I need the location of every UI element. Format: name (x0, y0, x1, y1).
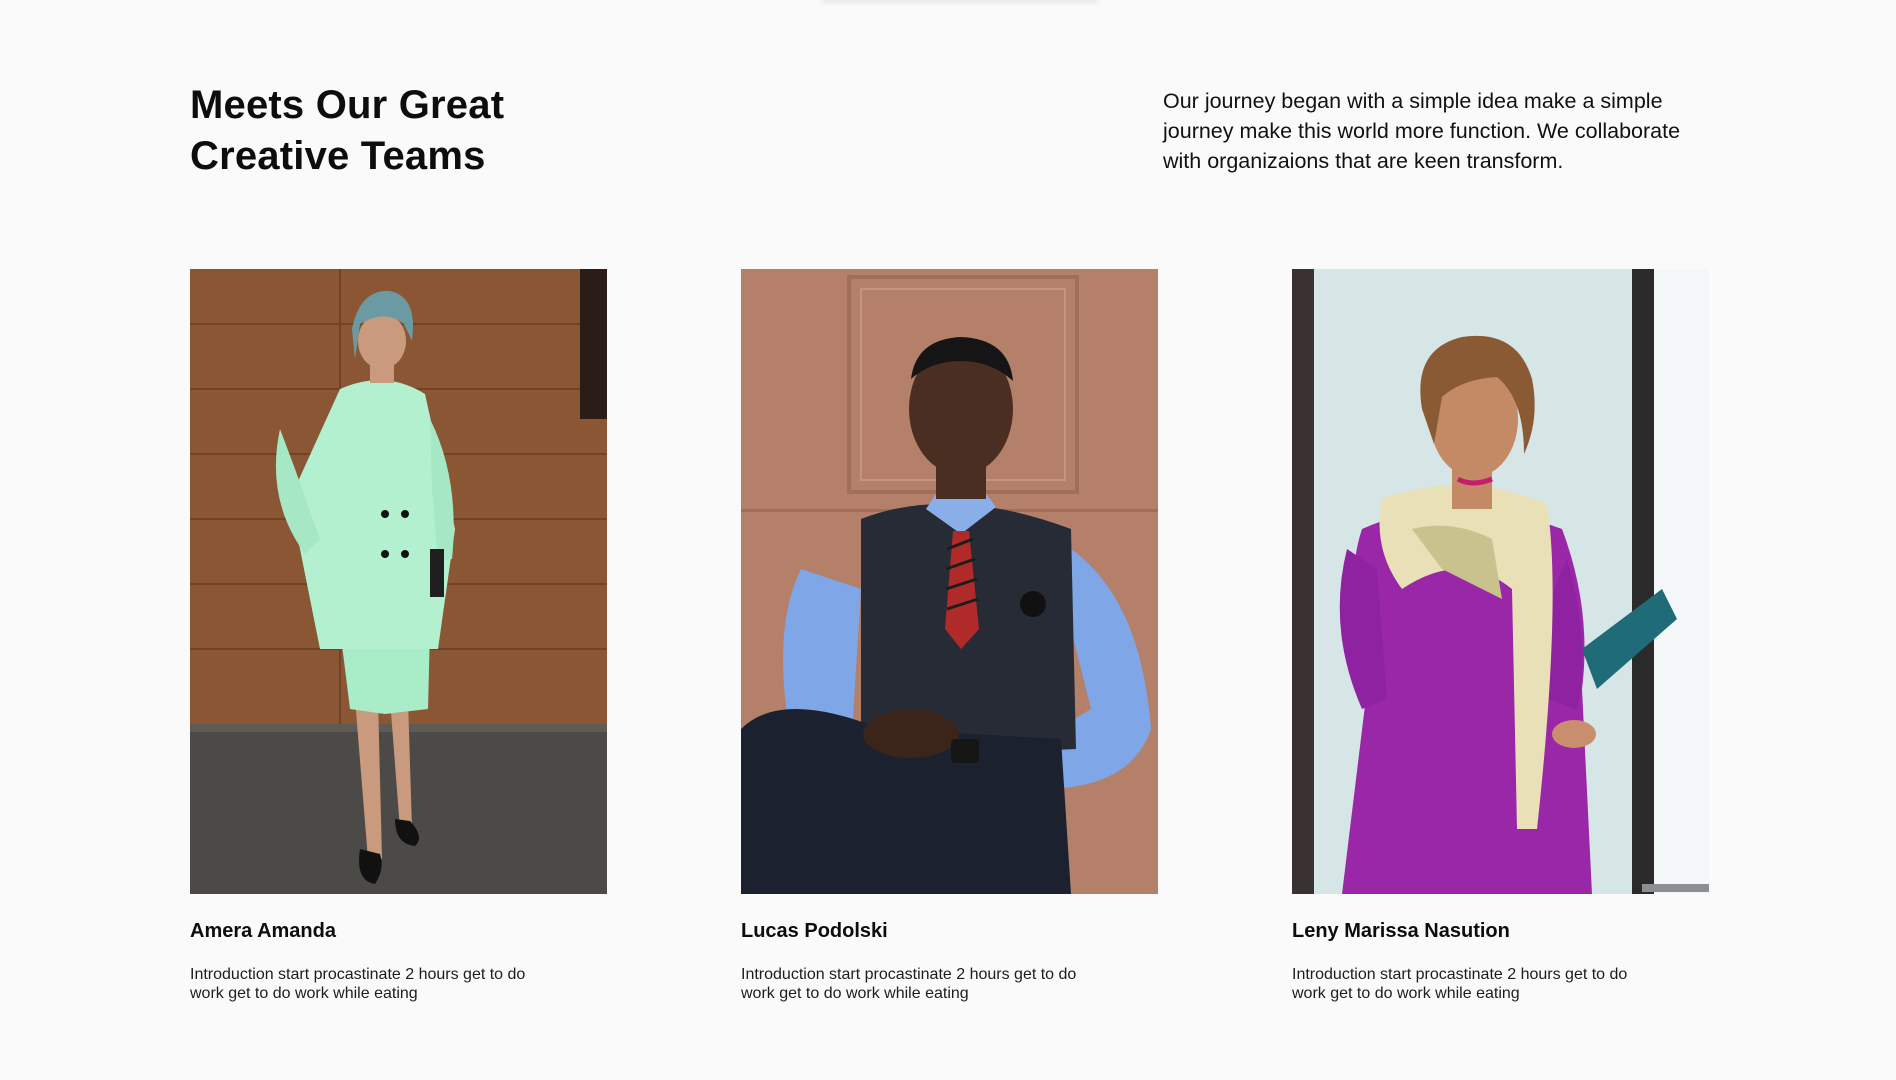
team-card-amera-amanda[interactable]: Amera Amanda Introduction start procasti… (190, 269, 607, 1003)
heading-line-2: Creative Teams (190, 134, 486, 178)
member-description: Introduction start procastinate 2 hours … (190, 966, 526, 1002)
member-description: Introduction start procastinate 2 hours … (1292, 966, 1628, 1002)
top-tab-handle (820, 0, 1100, 1)
section-intro: Our journey began with a simple idea mak… (1163, 89, 1681, 173)
member-name: Leny Marissa Nasution (1292, 920, 1510, 942)
member-name: Lucas Podolski (741, 920, 888, 942)
member-name: Amera Amanda (190, 920, 336, 942)
heading-line-1: Meets Our Great (190, 83, 505, 127)
team-card-leny-marissa-nasution[interactable]: Leny Marissa Nasution Introduction start… (1292, 269, 1709, 1003)
member-description: Introduction start procastinate 2 hours … (741, 966, 1077, 1002)
section-heading: Meets Our Great Creative Teams (190, 80, 690, 182)
man-vest-tie-photo (741, 269, 1158, 894)
woman-purple-dress-photo (1292, 269, 1709, 894)
team-card-lucas-podolski[interactable]: Lucas Podolski Introduction start procas… (741, 269, 1158, 1003)
woman-mint-suit-photo (190, 269, 607, 894)
